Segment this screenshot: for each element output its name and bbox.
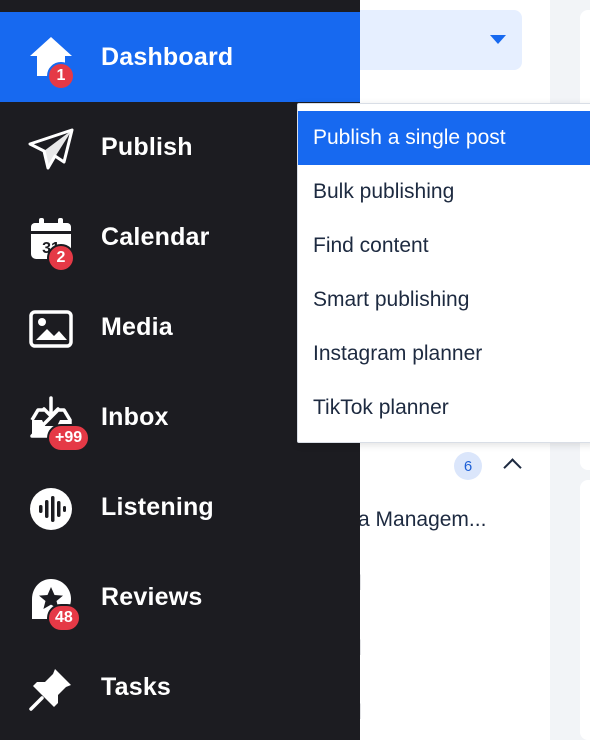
sidebar-item-dashboard[interactable]: Dashboard 1 [0,12,360,102]
list-item[interactable]: cial [330,701,550,725]
sidebar-item-reviews[interactable]: Reviews 48 [0,552,360,642]
audio-wave-icon [28,486,74,532]
group-count-badge: 6 [454,452,482,480]
list-item[interactable]: cial [330,572,550,596]
notification-badge: +99 [47,424,91,452]
sidebar-item-label: Publish [101,132,193,161]
side-card [580,480,590,740]
sidebar-item-tasks[interactable]: Tasks [0,642,360,732]
notification-badge: 48 [47,604,81,632]
publish-dropdown-menu: Publish a single post Bulk publishing Fi… [297,103,590,443]
sidebar-item-label: Dashboard [101,42,234,71]
menu-item-smart-publishing[interactable]: Smart publishing [298,273,590,327]
image-icon [28,306,74,352]
sidebar-item-label: Tasks [101,672,172,701]
notification-badge: 2 [47,244,75,272]
pushpin-icon [28,666,74,712]
sidebar-item-listening[interactable]: Listening [0,462,360,552]
sidebar-item-label: Calendar [101,222,210,251]
sidebar-item-label: Media [101,312,173,341]
menu-item-find-content[interactable]: Find content [298,219,590,273]
menu-item-tiktok-planner[interactable]: TikTok planner [298,381,590,435]
menu-item-instagram-planner[interactable]: Instagram planner [298,327,590,381]
notification-badge: 1 [47,62,75,90]
list-item[interactable]: edia Managem... [330,508,550,532]
caret-down-icon [490,35,506,44]
app-window: 6 edia Managem... cial cial cial Dashboa… [0,0,590,740]
sidebar-item-label: Listening [101,492,214,521]
menu-item-publish-single-post[interactable]: Publish a single post [298,111,590,165]
paper-plane-icon [28,126,74,172]
list-item[interactable]: cial [330,637,550,661]
menu-item-bulk-publishing[interactable]: Bulk publishing [298,165,590,219]
sidebar-item-label: Inbox [101,402,169,431]
sidebar-item-label: Reviews [101,582,203,611]
